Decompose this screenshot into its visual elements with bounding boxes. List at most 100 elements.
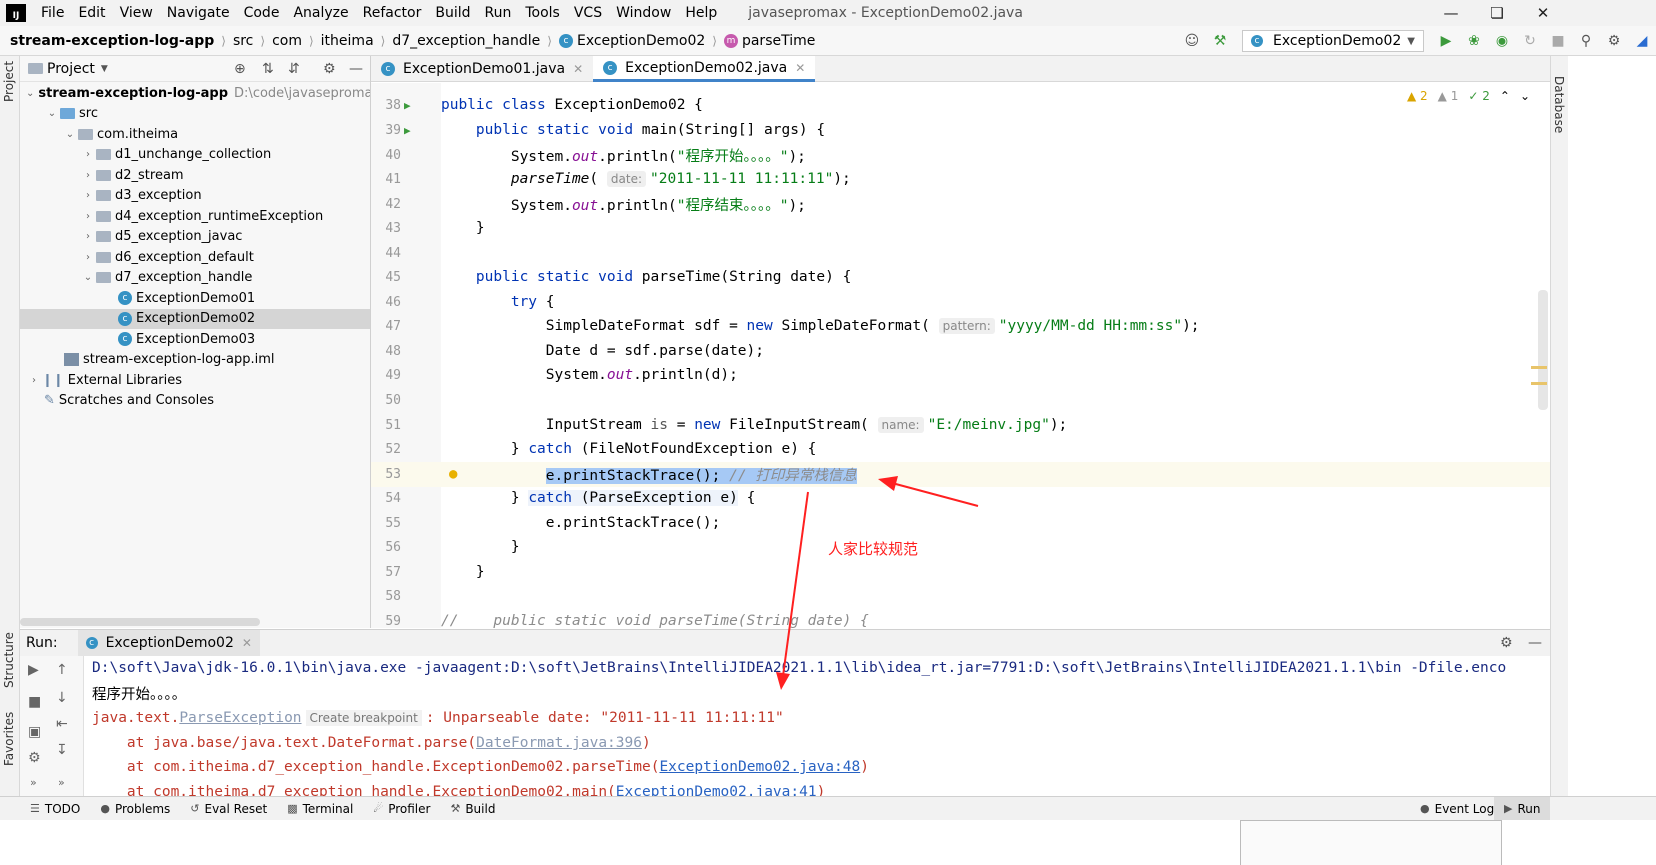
close-icon[interactable]: ✕: [573, 62, 583, 76]
tree-item-iml[interactable]: stream-exception-log-app.iml: [20, 350, 370, 371]
warning-stripe-mark[interactable]: [1531, 366, 1547, 369]
create-breakpoint-hint[interactable]: Create breakpoint: [305, 710, 422, 727]
expand-all-icon[interactable]: ⇅: [262, 61, 274, 77]
chevron-right-icon[interactable]: ›: [80, 231, 96, 242]
chevron-right-icon[interactable]: ›: [80, 211, 96, 222]
hide-icon[interactable]: —: [349, 61, 363, 77]
tree-item-folder[interactable]: › d2_stream: [20, 165, 370, 186]
tree-item-folder[interactable]: › d3_exception: [20, 186, 370, 207]
favorites-stripe-button[interactable]: Favorites: [2, 712, 16, 766]
settings-gear-icon[interactable]: ⚙: [1604, 31, 1624, 51]
build-hammer-icon[interactable]: ⚒: [1210, 31, 1230, 51]
menu-view[interactable]: View: [113, 5, 160, 21]
run-icon[interactable]: ▶: [1436, 31, 1456, 51]
scroll-to-end-icon[interactable]: ↧: [56, 742, 68, 758]
settings-icon[interactable]: ⚙: [28, 750, 41, 766]
menu-code[interactable]: Code: [237, 5, 287, 21]
code-editor[interactable]: ▲ 2 ▲ 1 ✓ 2 ⌃ ⌄ 38 ▶ public class Except…: [371, 83, 1550, 628]
menu-help[interactable]: Help: [678, 5, 724, 21]
chevron-right-icon[interactable]: ›: [80, 252, 96, 263]
chevron-right-icon[interactable]: ›: [80, 190, 96, 201]
tab-exceptiondemo01[interactable]: c ExceptionDemo01.java ✕: [371, 56, 593, 82]
project-stripe-button[interactable]: Project: [2, 61, 16, 102]
run-console[interactable]: D:\soft\Java\jdk-16.0.1\bin\java.exe -ja…: [84, 656, 1550, 796]
gear-icon[interactable]: ⚙: [323, 61, 336, 77]
tree-item-folder[interactable]: › d6_exception_default: [20, 247, 370, 268]
breadcrumb-com[interactable]: com: [272, 33, 302, 49]
editor-scrollbar[interactable]: [1538, 290, 1548, 410]
chevron-down-icon[interactable]: ⌄: [26, 88, 34, 99]
horizontal-scrollbar[interactable]: [20, 618, 260, 626]
structure-stripe-button[interactable]: Structure: [2, 632, 16, 688]
up-arrow-icon[interactable]: ↑: [56, 662, 68, 678]
tree-item-file[interactable]: c ExceptionDemo01: [20, 288, 370, 309]
run-gutter-icon[interactable]: ▶: [404, 124, 411, 137]
more-icon[interactable]: »: [58, 776, 65, 789]
minimize-icon[interactable]: —: [1428, 0, 1474, 26]
restore-icon[interactable]: ❏: [1474, 0, 1520, 26]
tree-item-external-libraries[interactable]: › ❙❙ External Libraries: [20, 370, 370, 391]
tab-exceptiondemo02[interactable]: c ExceptionDemo02.java ✕: [593, 56, 816, 82]
breadcrumb-method[interactable]: m parseTime: [723, 33, 815, 49]
build-button[interactable]: ⚒ Build: [440, 802, 505, 816]
run-config-select[interactable]: c ExceptionDemo02 ▼: [1241, 30, 1424, 52]
tree-item-file-selected[interactable]: c ExceptionDemo02: [20, 308, 370, 329]
breadcrumb-src[interactable]: src: [233, 33, 253, 49]
profiler-button[interactable]: ☄ Profiler: [363, 802, 440, 816]
collapse-all-icon[interactable]: ⇵: [288, 61, 300, 77]
project-title[interactable]: Project: [47, 61, 95, 77]
menu-vcs[interactable]: VCS: [567, 5, 609, 21]
breadcrumb-project[interactable]: stream-exception-log-app: [10, 33, 214, 49]
locate-icon[interactable]: ⊕: [234, 61, 246, 77]
user-icon[interactable]: ☺: [1182, 31, 1202, 51]
stop-icon[interactable]: ■: [28, 694, 41, 710]
exception-class-link[interactable]: ParseException: [179, 710, 301, 726]
rerun-icon[interactable]: ▶: [28, 662, 39, 678]
down-arrow-icon[interactable]: ↓: [56, 690, 68, 706]
stop-icon[interactable]: ■: [1548, 31, 1568, 51]
menu-edit[interactable]: Edit: [71, 5, 112, 21]
gear-icon[interactable]: ⚙: [1500, 635, 1513, 651]
database-stripe-button[interactable]: Database: [1552, 76, 1566, 133]
toolbox-icon[interactable]: ◢: [1632, 31, 1652, 51]
todo-button[interactable]: ☰ TODO: [0, 802, 90, 816]
chevron-right-icon[interactable]: ›: [80, 170, 96, 181]
tree-item-folder[interactable]: ⌄ d7_exception_handle: [20, 268, 370, 289]
terminal-button[interactable]: ▩ Terminal: [277, 802, 363, 816]
eval-reset-button[interactable]: ↺ Eval Reset: [180, 802, 277, 816]
close-icon[interactable]: ✕: [242, 636, 252, 650]
close-icon[interactable]: ✕: [795, 61, 805, 75]
menu-refactor[interactable]: Refactor: [356, 5, 429, 21]
menu-build[interactable]: Build: [428, 5, 477, 21]
hide-icon[interactable]: —: [1528, 635, 1542, 651]
run-tab-exceptiondemo02[interactable]: c ExceptionDemo02 ✕: [77, 629, 260, 657]
menu-navigate[interactable]: Navigate: [160, 5, 237, 21]
tree-item-package[interactable]: ⌄ com.itheima: [20, 124, 370, 145]
tree-item-src[interactable]: ⌄ src: [20, 104, 370, 125]
chevron-down-icon[interactable]: ⌄: [80, 272, 96, 283]
chevron-down-icon[interactable]: ⌄: [62, 129, 78, 140]
chevron-right-icon[interactable]: ›: [26, 375, 42, 386]
search-icon[interactable]: ⚲: [1576, 31, 1596, 51]
run-gutter-icon[interactable]: ▶: [404, 99, 411, 112]
more-icon[interactable]: »: [30, 776, 37, 789]
trace-link[interactable]: ExceptionDemo02.java:48: [659, 759, 860, 775]
trace-link[interactable]: ExceptionDemo02.java:41: [616, 784, 817, 796]
menu-run[interactable]: Run: [478, 5, 519, 21]
tree-item-folder[interactable]: › d5_exception_javac: [20, 227, 370, 248]
soft-wrap-icon[interactable]: ⇤: [56, 716, 68, 732]
camera-icon[interactable]: ▣: [28, 724, 41, 740]
tree-item-file[interactable]: c ExceptionDemo03: [20, 329, 370, 350]
menu-window[interactable]: Window: [609, 5, 678, 21]
debug-icon[interactable]: ❀: [1464, 31, 1484, 51]
close-icon[interactable]: ✕: [1520, 0, 1566, 26]
tree-item-root[interactable]: ⌄ stream-exception-log-app D:\code\javas…: [20, 83, 370, 104]
menu-analyze[interactable]: Analyze: [286, 5, 355, 21]
problems-button[interactable]: ● Problems: [90, 802, 180, 816]
warning-stripe-mark[interactable]: [1531, 382, 1547, 385]
coverage-icon[interactable]: ◉: [1492, 31, 1512, 51]
breadcrumb-file[interactable]: c ExceptionDemo02: [558, 33, 705, 49]
chevron-down-icon[interactable]: ⌄: [44, 108, 60, 119]
tree-item-scratches[interactable]: ✎ Scratches and Consoles: [20, 391, 370, 412]
tree-item-folder[interactable]: › d1_unchange_collection: [20, 145, 370, 166]
